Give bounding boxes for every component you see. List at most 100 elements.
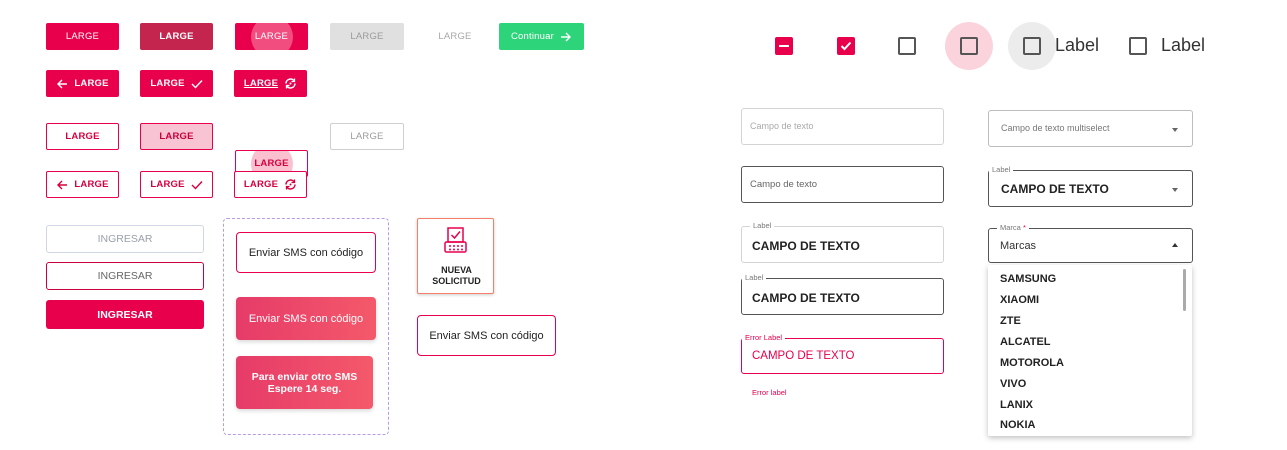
refresh-icon [284,178,297,191]
arrow-right-icon [560,32,572,42]
large-button-ripple[interactable]: LARGE [235,23,308,50]
back-large-button[interactable]: LARGE [46,70,119,97]
dropdown-option[interactable]: VIVO [1000,378,1026,390]
text-field-placeholder: Campo de texto [750,179,818,190]
send-sms-label: Enviar SMS con código [248,312,364,325]
continue-button[interactable]: Continuar [499,23,584,50]
minus-icon [779,45,789,47]
large-button-label: LARGE [74,78,109,89]
large-button-label: LARGE [159,31,194,42]
large-button-pressed[interactable]: LARGE [140,23,213,50]
text-field-value: CAMPO DE TEXTO [752,239,860,253]
new-request-card[interactable]: NUEVA SOLICITUD [417,218,494,294]
resend-sms-countdown-button: Para enviar otro SMS Espere 14 seg. [236,356,373,409]
select-field-value: CAMPO DE TEXTO [1001,182,1109,196]
ingresar-label: INGRESAR [97,233,153,245]
large-button-label: LARGE [254,158,289,169]
text-field-placeholder: Campo de texto [750,121,814,131]
text-field-value: CAMPO DE TEXTO [752,291,860,305]
large-button-outline-pressed[interactable]: LARGE [140,123,213,150]
large-button-label: LARGE [65,31,100,42]
checkbox-checked[interactable] [837,37,855,55]
resend-sms-line2: Espere 14 seg. [267,382,342,395]
marca-label-text: Marca [1000,223,1021,232]
required-mark: * [1022,223,1026,232]
large-button-disabled: LARGE [330,23,404,50]
marca-label: Marca * [997,223,1029,232]
dropdown-option[interactable]: MOTOROLA [1000,357,1064,369]
checkbox-hover-label[interactable] [1023,37,1041,55]
text-field-empty[interactable]: Campo de texto [741,108,944,145]
text-field-filled[interactable]: Label CAMPO DE TEXTO [741,221,944,263]
arrow-left-icon [56,180,68,190]
dropdown-option[interactable]: NOKIA [1000,419,1035,431]
ingresar-label: INGRESAR [97,308,153,321]
chevron-up-icon [1172,243,1178,247]
text-field-label: Label [742,273,767,282]
marca-dropdown-menu: SAMSUNG XIAOMI ZTE ALCATEL MOTOROLA VIVO… [988,265,1192,436]
check-icon [839,39,853,58]
checkbox-label: Label [1055,35,1100,55]
checkbox-with-label[interactable] [1129,37,1147,55]
ingresar-button-outline[interactable]: INGRESAR [46,262,204,290]
select-field-label: Label [989,165,1014,174]
refresh-icon [284,77,297,90]
send-sms-button-pressed[interactable]: Enviar SMS con código [236,297,376,340]
resend-sms-line1: Para enviar otro SMS [251,370,358,383]
back-large-outline-button[interactable]: LARGE [46,171,119,198]
multiselect-placeholder: Campo de texto multiselect [1001,123,1110,133]
large-button-label: LARGE [254,31,289,42]
confirm-large-button[interactable]: LARGE [140,70,213,97]
select-field-filled[interactable]: Label CAMPO DE TEXTO [988,165,1193,207]
large-button-label: LARGE [150,179,185,190]
text-field-hover[interactable]: Campo de texto [741,166,944,203]
dropdown-option[interactable]: ALCATEL [1000,336,1051,348]
large-button-label: LARGE [243,179,279,190]
marca-select-open[interactable]: Marca * Marcas [988,223,1193,263]
new-request-icon [443,226,469,259]
multiselect-field-empty[interactable]: Campo de texto multiselect [988,110,1193,147]
refresh-large-outline-button[interactable]: LARGE [234,171,307,198]
dropdown-scrollbar[interactable] [1183,269,1186,311]
continue-button-label: Continuar [511,31,554,42]
refresh-large-button[interactable]: LARGE [234,70,307,97]
large-button-outline[interactable]: LARGE [46,123,119,150]
check-icon [191,180,203,190]
ingresar-button-disabled: INGRESAR [46,225,204,253]
text-field-error[interactable]: Error Label CAMPO DE TEXTO [741,333,944,374]
text-field-error-label: Error Label [742,333,786,342]
checkbox-focused[interactable] [960,37,978,55]
large-button-label: LARGE [438,31,472,42]
large-button-label: LARGE [159,131,194,142]
check-icon [191,79,203,89]
large-button-text[interactable]: LARGE [420,23,490,50]
large-button-outline-disabled: LARGE [330,123,404,150]
ingresar-button-solid[interactable]: INGRESAR [46,300,204,329]
dropdown-option[interactable]: SAMSUNG [1000,273,1056,285]
chevron-down-icon [1172,188,1178,192]
large-button-solid[interactable]: LARGE [46,23,119,50]
large-button-label: LARGE [350,131,384,142]
large-button-label: LARGE [74,179,109,190]
confirm-large-outline-button[interactable]: LARGE [140,171,213,198]
new-request-line1: NUEVA [441,265,472,275]
chevron-down-icon [1172,128,1178,132]
large-button-label: LARGE [350,31,384,42]
marca-select-value: Marcas [1000,240,1037,252]
dropdown-option[interactable]: LANIX [1000,399,1033,411]
text-field-error-helper: Error label [752,388,787,397]
ingresar-label: INGRESAR [97,270,153,282]
dropdown-option[interactable]: ZTE [1000,315,1021,327]
text-field-error-value: CAMPO DE TEXTO [752,350,855,362]
new-request-label: NUEVA SOLICITUD [418,265,495,287]
checkbox-label: Label [1161,35,1206,55]
dropdown-option[interactable]: XIAOMI [1000,294,1039,306]
send-sms-button-secondary[interactable]: Enviar SMS con código [417,315,556,356]
arrow-left-icon [56,79,68,89]
large-button-label: LARGE [65,131,100,142]
checkbox-unchecked[interactable] [898,37,916,55]
send-sms-button[interactable]: Enviar SMS con código [236,232,376,273]
checkbox-indeterminate[interactable] [775,37,793,55]
large-button-label: LARGE [150,78,185,89]
text-field-filled-hover[interactable]: Label CAMPO DE TEXTO [741,273,944,315]
